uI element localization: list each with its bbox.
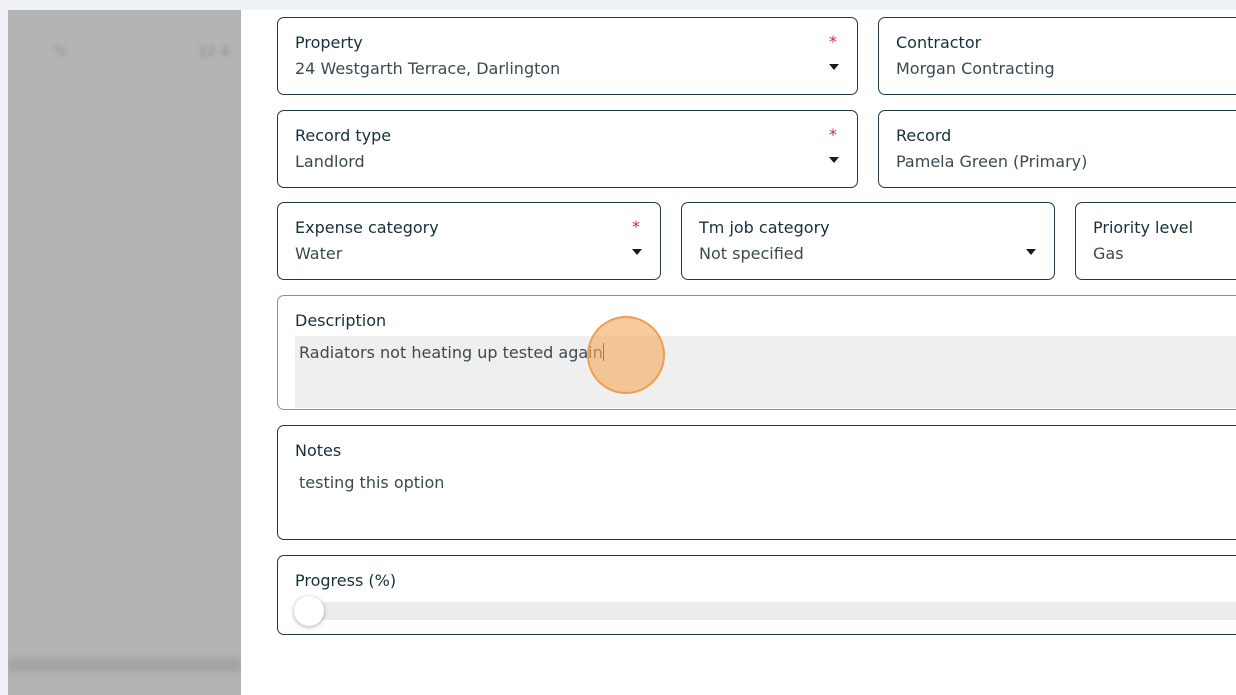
progress-slider-thumb[interactable] [294,596,324,626]
expense-category-select[interactable]: Expense category * Water [277,202,661,280]
property-label: Property [295,33,363,52]
dropdown-arrow-icon[interactable] [1026,249,1036,255]
job-form: Property * 24 Westgarth Terrace, Darling… [241,10,1236,695]
dropdown-arrow-icon[interactable] [632,249,642,255]
required-asterisk: * [632,217,640,236]
description-label: Description [295,311,387,330]
contractor-label: Contractor [896,33,982,52]
tm-job-category-label: Tm job category [699,218,830,237]
required-asterisk: * [829,32,837,51]
blurred-cell: % [54,44,68,60]
priority-level-value: Gas [1093,244,1124,263]
tm-job-category-value: Not specified [699,244,804,263]
notes-textarea[interactable]: testing this option [295,466,1236,538]
progress-slider-track[interactable] [295,602,1236,620]
required-asterisk: * [829,125,837,144]
record-value: Pamela Green (Primary) [896,152,1088,171]
priority-level-select[interactable]: Priority level Gas [1075,202,1236,280]
record-type-select[interactable]: Record type * Landlord [277,110,858,188]
background-list-panel: % 22 4 [8,10,241,695]
record-label: Record [896,126,952,145]
property-select[interactable]: Property * 24 Westgarth Terrace, Darling… [277,17,858,95]
contractor-value: Morgan Contracting [896,59,1055,78]
progress-field: Progress (%) [277,555,1236,635]
expense-category-value: Water [295,244,343,263]
tm-job-category-select[interactable]: Tm job category Not specified [681,202,1055,280]
notes-text: testing this option [299,473,445,492]
priority-level-label: Priority level [1093,218,1194,237]
property-value: 24 Westgarth Terrace, Darlington [295,59,561,78]
description-field[interactable]: Description Radiators not heating up tes… [277,295,1236,410]
dropdown-arrow-icon[interactable] [829,64,839,70]
click-indicator [587,316,665,394]
record-type-label: Record type [295,126,392,145]
record-type-value: Landlord [295,152,365,171]
notes-label: Notes [295,441,342,460]
page: % 22 4 Property * 24 Westgarth Terrace, … [0,0,1236,695]
blurred-cell: 22 4 [198,44,230,60]
dropdown-arrow-icon[interactable] [829,157,839,163]
description-textarea[interactable]: Radiators not heating up tested again [295,336,1236,408]
contractor-select[interactable]: Contractor Morgan Contracting [878,17,1236,95]
description-text: Radiators not heating up tested again [299,343,603,362]
blurred-row-divider [8,658,241,672]
notes-field[interactable]: Notes testing this option [277,425,1236,540]
record-select[interactable]: Record Pamela Green (Primary) [878,110,1236,188]
expense-category-label: Expense category [295,218,439,237]
progress-label: Progress (%) [295,571,397,590]
